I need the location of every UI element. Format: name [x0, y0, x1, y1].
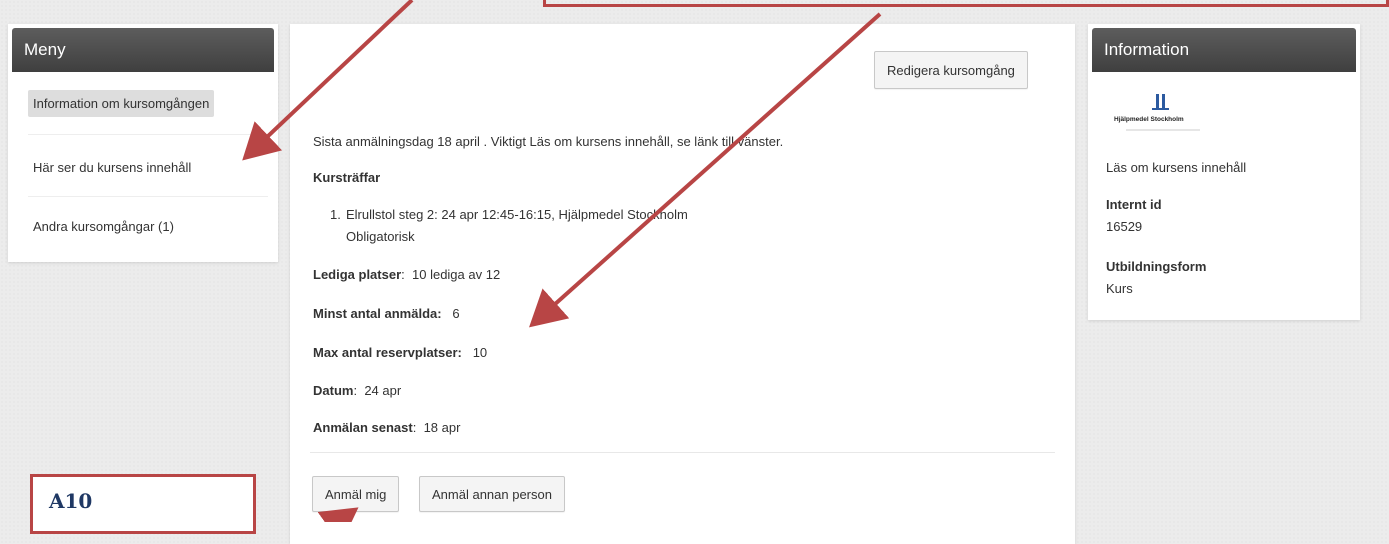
- field-value: 10 lediga av 12: [412, 267, 501, 282]
- meetings-heading: Kursträffar: [313, 170, 381, 185]
- field-label: Lediga platser: [313, 267, 402, 282]
- menu-divider: [28, 196, 268, 197]
- course-content-link[interactable]: Läs om kursens innehåll: [1106, 160, 1246, 175]
- education-form-value: Kurs: [1106, 281, 1133, 296]
- info-header: Information: [1092, 28, 1356, 72]
- annotation-top-box: [543, 0, 1389, 7]
- field-free-seats: Lediga platser: 10 lediga av 12: [313, 267, 500, 282]
- menu-item-course-content[interactable]: Här ser du kursens innehåll: [33, 160, 191, 175]
- content-divider: [310, 452, 1055, 453]
- meeting-text: Elrullstol steg 2: 24 apr 12:45-16:15, H…: [346, 207, 688, 222]
- education-form-label: Utbildningsform: [1106, 259, 1207, 274]
- menu-divider: [28, 134, 268, 135]
- register-me-button[interactable]: Anmäl mig: [312, 476, 400, 512]
- field-sep: :: [401, 267, 405, 282]
- information-panel: Information Hjälpmedel Stockholm Läs om …: [1088, 24, 1360, 320]
- internal-id-label: Internt id: [1106, 197, 1162, 212]
- annotation-a10-box: A10: [30, 474, 256, 534]
- field-value: 6: [452, 306, 460, 321]
- field-register-deadline: Anmälan senast: 18 apr: [313, 420, 460, 435]
- hjalpmedel-logo: Hjälpmedel Stockholm: [1114, 92, 1214, 132]
- annotation-label: A10: [49, 489, 93, 513]
- menu-item-other-sessions[interactable]: Andra kursomgångar (1): [33, 219, 174, 234]
- meeting-number: 1.: [330, 207, 341, 222]
- internal-id-value: 16529: [1106, 219, 1143, 234]
- course-menu-panel: Meny Information om kursomgången Här ser…: [8, 24, 278, 262]
- field-max-reserve: Max antal reservplatser: 10: [313, 345, 487, 360]
- field-min-registered: Minst antal anmälda: 6: [313, 306, 460, 321]
- field-date: Datum: 24 apr: [313, 383, 401, 398]
- menu-header: Meny: [12, 28, 274, 72]
- field-label: Max antal reservplatser:: [313, 345, 462, 360]
- field-label: Datum: [313, 383, 354, 398]
- logo-text: Hjälpmedel Stockholm: [1114, 116, 1184, 123]
- field-value: 18 apr: [423, 420, 461, 435]
- field-sep: :: [412, 420, 417, 435]
- field-label: Anmälan senast: [313, 420, 413, 435]
- hjalpmedel-logo-icon: [1126, 94, 1200, 131]
- register-other-button[interactable]: Anmäl annan person: [419, 476, 565, 512]
- course-session-main: Redigera kursomgång Sista anmälningsdag …: [290, 24, 1075, 544]
- meeting-note: Obligatorisk: [346, 229, 415, 244]
- field-label: Minst antal anmälda:: [313, 306, 442, 321]
- field-value: 24 apr: [364, 383, 402, 398]
- field-sep: :: [353, 383, 358, 398]
- menu-item-course-info[interactable]: Information om kursomgången: [28, 90, 215, 117]
- edit-session-button[interactable]: Redigera kursomgång: [874, 51, 1028, 89]
- intro-text: Sista anmälningsdag 18 april . Viktigt L…: [313, 134, 784, 149]
- field-value: 10: [472, 345, 488, 360]
